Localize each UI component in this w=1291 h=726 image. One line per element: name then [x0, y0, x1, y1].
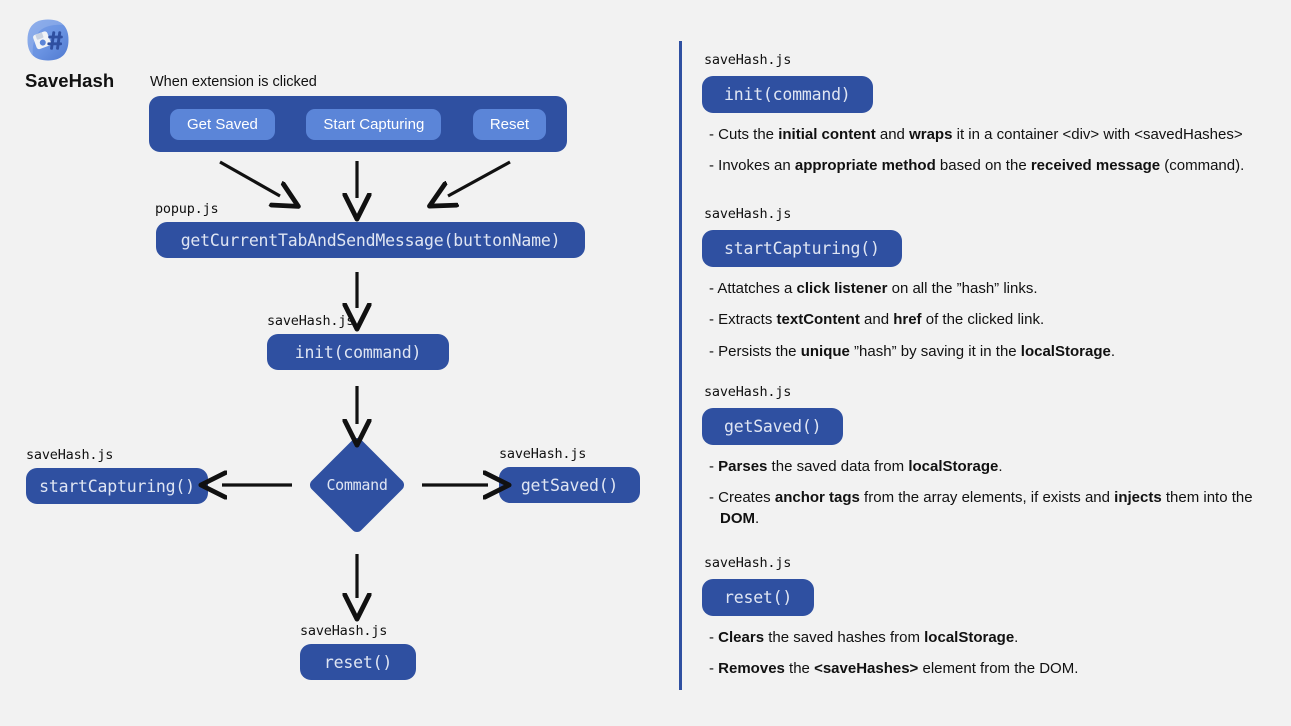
diagram-canvas: SaveHash When extension is clicked Get S…: [0, 0, 1291, 726]
detail-file-label: saveHash.js: [704, 555, 792, 571]
detail-bullet: - Creates anchor tags from the array ele…: [709, 489, 1253, 527]
detail-file-label: saveHash.js: [704, 52, 792, 68]
detail-bullets: - Clears the saved hashes from localStor…: [702, 628, 1078, 680]
decision-diamond-command[interactable]: [302, 430, 412, 540]
panel-divider: [679, 41, 682, 690]
app-title: SaveHash: [25, 70, 115, 91]
get-saved-button[interactable]: Get Saved: [170, 108, 275, 140]
detail-chip-reset[interactable]: reset(): [702, 579, 815, 616]
detail-bullet: - Extracts textContent and href of the c…: [709, 311, 1045, 329]
detail-bullet: - Removes the <saveHashes> element from …: [709, 660, 1079, 678]
bottom-branch-file-label: saveHash.js: [300, 623, 388, 639]
detail-section-reset: saveHash.js reset() - Clears the saved h…: [702, 555, 1078, 680]
popup-file-label: popup.js: [155, 201, 219, 217]
start-capturing-button[interactable]: Start Capturing: [306, 108, 442, 140]
detail-file-label: saveHash.js: [704, 206, 792, 222]
detail-bullet: - Invokes an appropriate method based on…: [709, 157, 1245, 175]
trigger-caption: When extension is clicked: [150, 74, 317, 90]
detail-bullets: - Parses the saved data from localStorag…: [702, 457, 1280, 529]
detail-bullet: - Persists the unique ”hash” by saving i…: [709, 342, 1115, 360]
arrow-reset-to-popup: [448, 160, 511, 196]
detail-bullet: - Cuts the initial content and wraps it …: [709, 126, 1243, 143]
node-init-command[interactable]: init(command): [267, 334, 449, 370]
detail-file-label: saveHash.js: [704, 384, 792, 400]
node-start-capturing[interactable]: startCapturing(): [26, 468, 208, 504]
detail-section-init: saveHash.js init(command) - Cuts the ini…: [702, 52, 1244, 177]
detail-chip-get-saved[interactable]: getSaved(): [702, 408, 844, 445]
detail-chip-init[interactable]: init(command): [702, 76, 873, 113]
node-get-current-tab-and-send-message[interactable]: getCurrentTabAndSendMessage(buttonName): [156, 222, 585, 258]
init-file-label: saveHash.js: [267, 313, 355, 329]
detail-bullets: - Attatches a click listener on all the …: [702, 279, 1115, 362]
extension-popup-toolbar: Get Saved Start Capturing Reset: [149, 96, 567, 152]
detail-bullet: - Clears the saved hashes from localStor…: [709, 629, 1019, 646]
reset-button[interactable]: Reset: [472, 108, 546, 140]
detail-bullets: - Cuts the initial content and wraps it …: [702, 125, 1244, 177]
node-get-saved[interactable]: getSaved(): [499, 467, 640, 503]
left-branch-file-label: saveHash.js: [26, 447, 114, 463]
node-reset[interactable]: reset(): [300, 644, 416, 680]
arrow-getsaved-to-popup: [219, 160, 280, 196]
savehash-app-icon: [26, 18, 70, 62]
right-branch-file-label: saveHash.js: [499, 446, 587, 462]
detail-bullet: - Parses the saved data from localStorag…: [709, 458, 1003, 475]
detail-section-start-capturing: saveHash.js startCapturing() - Attatches…: [702, 206, 1115, 362]
detail-chip-start-capturing[interactable]: startCapturing(): [702, 230, 902, 267]
detail-section-get-saved: saveHash.js getSaved() - Parses the save…: [702, 384, 1280, 529]
detail-bullet: - Attatches a click listener on all the …: [709, 280, 1038, 297]
